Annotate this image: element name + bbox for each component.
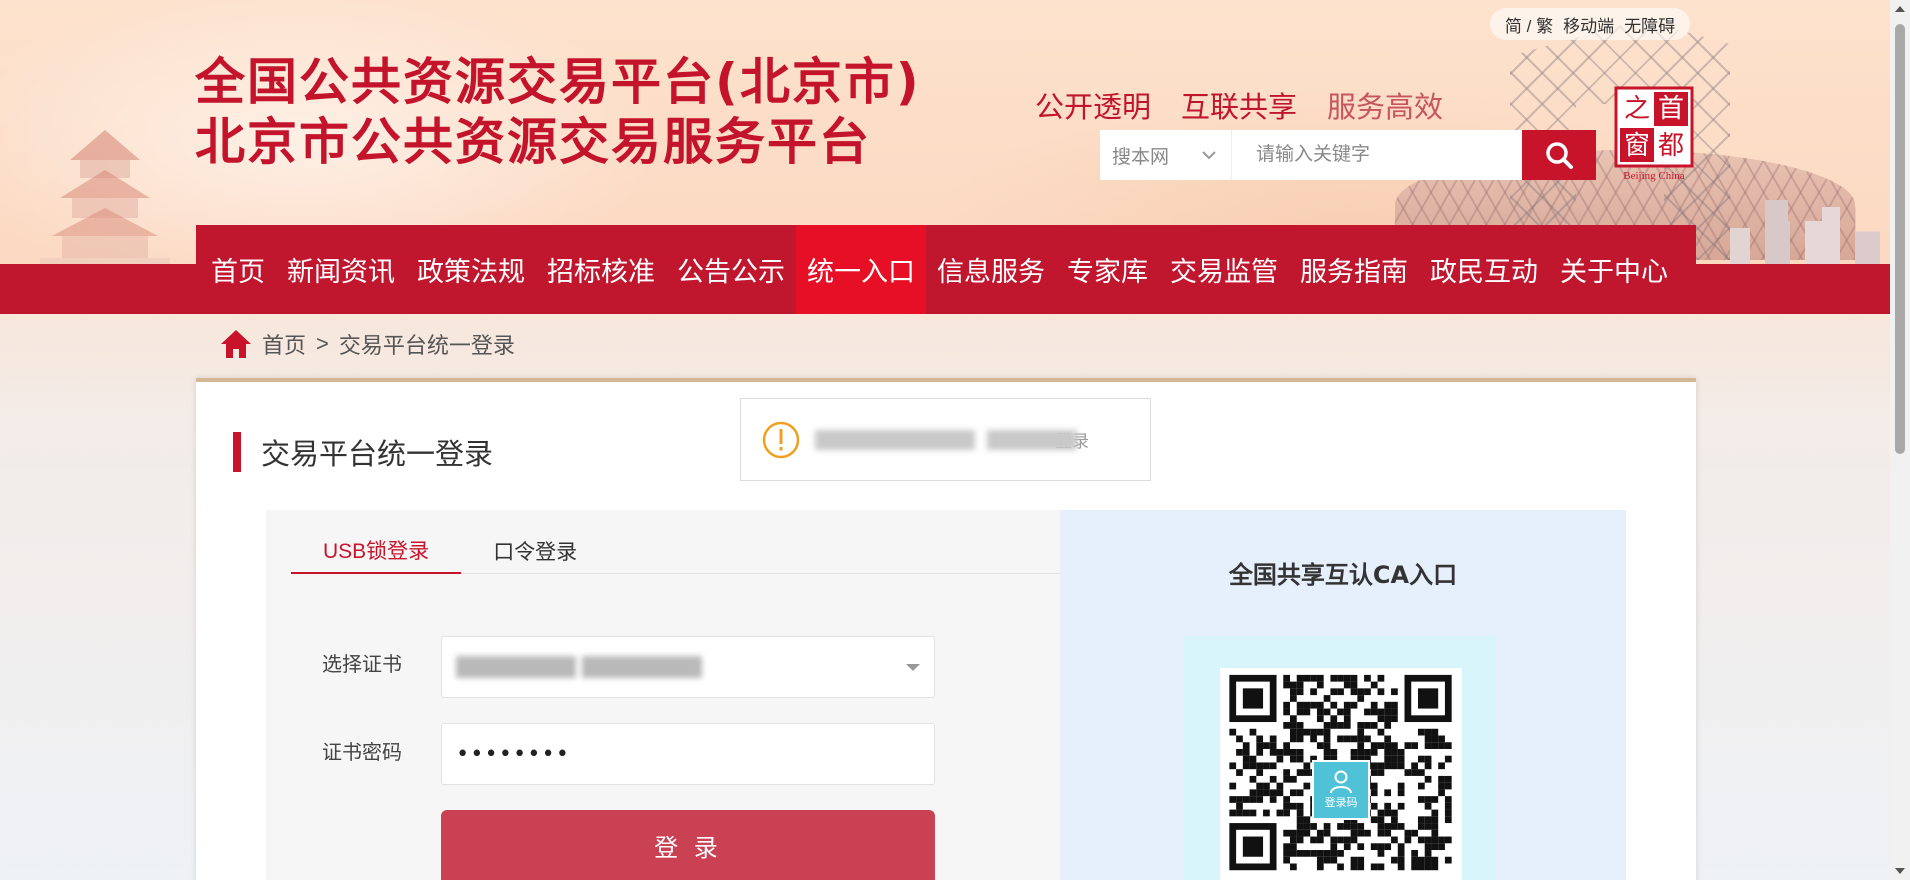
certificate-select[interactable] <box>441 636 935 698</box>
nav-item-news[interactable]: 新闻资讯 <box>276 225 406 314</box>
beijing-window-logo[interactable]: 首 都 之 窗 Beijing China <box>1614 86 1694 182</box>
nav-item-supervision[interactable]: 交易监管 <box>1159 225 1289 314</box>
warning-icon <box>762 421 800 458</box>
alert-toast: 登录 <box>740 398 1151 481</box>
redacted-text <box>815 429 1077 450</box>
password-field[interactable]: •••••••• <box>441 723 935 785</box>
home-icon[interactable] <box>220 328 252 360</box>
section-title: 交易平台统一登录 <box>233 432 493 472</box>
slogan: 服务高效 <box>1327 90 1444 124</box>
nav-item-policy[interactable]: 政策法规 <box>406 225 536 314</box>
breadcrumb: 首页 > 交易平台统一登录 <box>220 326 515 362</box>
breadcrumb-current: 交易平台统一登录 <box>338 333 515 358</box>
password-label: 证书密码 <box>322 742 402 764</box>
nav-item-about[interactable]: 关于中心 <box>1549 225 1679 314</box>
login-tabs: USB锁登录 口令登录 <box>291 528 1061 574</box>
site-title-line1: 全国公共资源交易平台(北京市) <box>195 53 921 111</box>
scroll-thumb[interactable] <box>1895 24 1905 454</box>
tab-password-login[interactable]: 口令登录 <box>461 528 609 574</box>
certificate-label: 选择证书 <box>322 654 402 676</box>
search-input[interactable] <box>1232 130 1522 180</box>
main-nav: 首页 新闻资讯 政策法规 招标核准 公告公示 统一入口 信息服务 专家库 交易监… <box>196 225 1696 314</box>
nav-item-bidding-approval[interactable]: 招标核准 <box>536 225 666 314</box>
slogan: 公开透明 <box>1035 90 1152 124</box>
logo-char: 之 <box>1624 94 1650 124</box>
slogans: 公开透明 互联共享 服务高效 <box>1035 84 1443 126</box>
ca-title: 全国共享互认CA入口 <box>1228 561 1458 589</box>
tab-usb-login[interactable]: USB锁登录 <box>291 528 462 574</box>
chevron-down-icon <box>906 664 920 671</box>
accessibility-link[interactable]: 无障碍 <box>1624 12 1675 37</box>
qr-login-badge: 登录码 <box>1312 760 1370 820</box>
nav-item-info-service[interactable]: 信息服务 <box>926 225 1056 314</box>
search-bar: 搜本网 <box>1100 130 1596 180</box>
nav-item-announcements[interactable]: 公告公示 <box>666 225 796 314</box>
nav-item-experts[interactable]: 专家库 <box>1056 225 1159 314</box>
temple-of-heaven-illustration <box>40 130 170 270</box>
logo-char: 窗 <box>1624 131 1650 161</box>
slogan: 互联共享 <box>1181 90 1298 124</box>
breadcrumb-separator: > <box>316 331 329 356</box>
nav-item-home[interactable]: 首页 <box>200 225 276 314</box>
top-links: 简 / 繁 移动端 无障碍 <box>1490 8 1690 40</box>
search-button[interactable] <box>1522 130 1596 180</box>
login-button[interactable]: 登 录 <box>441 810 935 880</box>
logo-char: 都 <box>1658 131 1684 161</box>
language-switch[interactable]: 简 / 繁 <box>1505 12 1553 37</box>
nav-item-service-guide[interactable]: 服务指南 <box>1289 225 1419 314</box>
search-icon <box>1546 142 1573 169</box>
redacted-certificate <box>456 656 702 678</box>
password-value: •••••••• <box>456 741 570 767</box>
page-scrollbar[interactable] <box>1890 0 1910 880</box>
nav-item-unified-entry[interactable]: 统一入口 <box>796 225 926 314</box>
scroll-up-arrow[interactable] <box>1895 6 1905 12</box>
search-scope-value: 搜本网 <box>1112 146 1170 168</box>
user-icon <box>1330 770 1352 794</box>
scroll-down-arrow[interactable] <box>1895 868 1905 874</box>
chevron-down-icon <box>1202 151 1216 160</box>
site-title: 全国公共资源交易平台(北京市) 北京市公共资源交易服务平台 <box>195 52 921 172</box>
qr-label: 登录码 <box>1324 797 1358 809</box>
site-title-line2: 北京市公共资源交易服务平台 <box>195 113 871 171</box>
logo-char: 首 <box>1658 94 1684 124</box>
search-scope-select[interactable]: 搜本网 <box>1100 130 1232 180</box>
logo-caption: Beijing China <box>1623 170 1685 182</box>
breadcrumb-home[interactable]: 首页 <box>262 328 306 360</box>
nav-item-interaction[interactable]: 政民互动 <box>1419 225 1549 314</box>
section-title-text: 交易平台统一登录 <box>261 437 494 471</box>
title-accent-bar <box>233 432 241 472</box>
mobile-link[interactable]: 移动端 <box>1563 12 1614 37</box>
